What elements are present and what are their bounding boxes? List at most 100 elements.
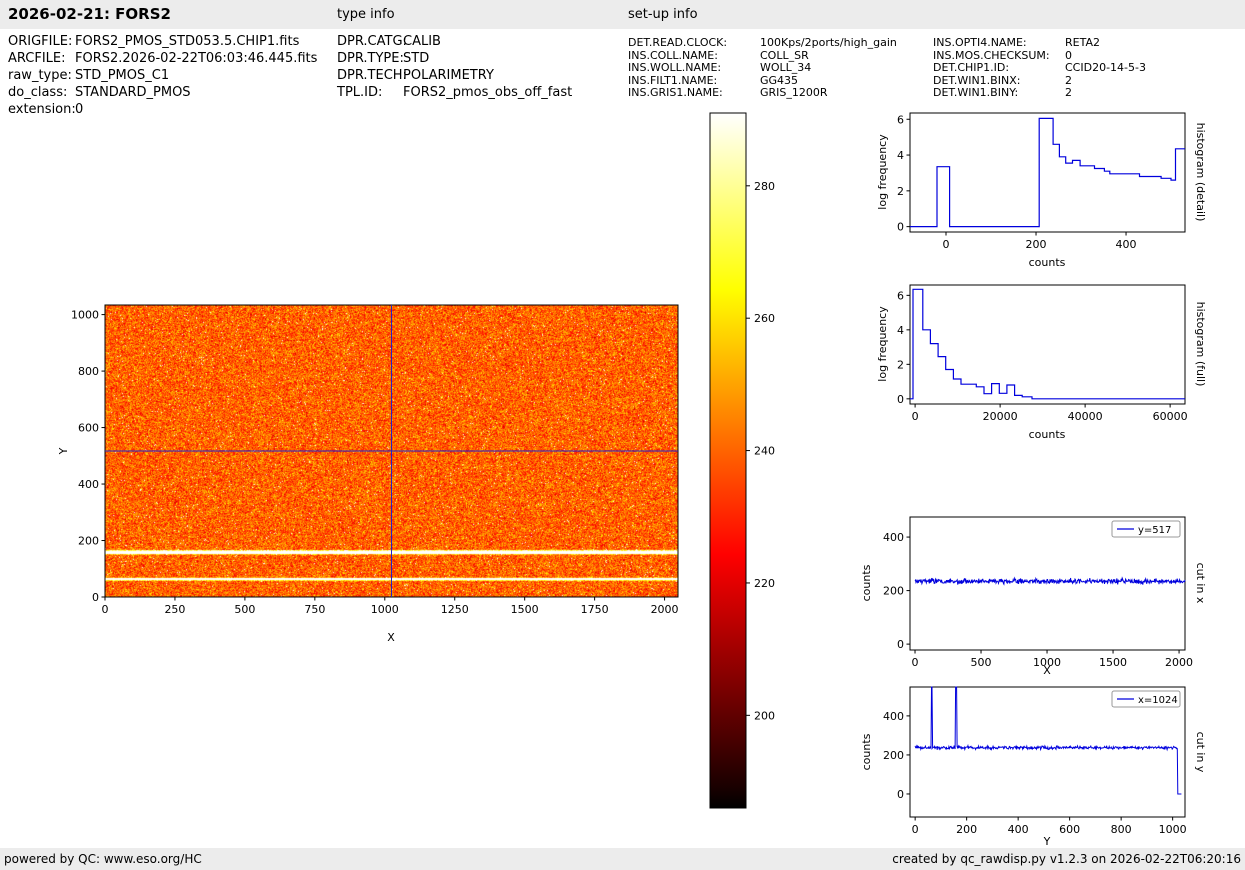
meta-value: 100Kps/2ports/high_gain — [760, 36, 897, 49]
y-tick-label: 0 — [897, 638, 904, 651]
meta-label: DET.WIN1.BINX: — [933, 74, 1065, 87]
legend-box — [1112, 691, 1180, 707]
legend-label: x=1024 — [1138, 695, 1178, 706]
meta-label: raw_type: — [8, 68, 75, 83]
meta-row: TPL.ID: FORS2_pmos_obs_off_fast — [337, 85, 572, 102]
meta-row: ORIGFILE: FORS2_PMOS_STD053.5.CHIP1.fits — [8, 34, 317, 51]
meta-label: DPR.TECH: — [337, 68, 403, 83]
x-tick-label: 600 — [1059, 823, 1080, 836]
y-tick-label: 0 — [897, 221, 904, 234]
y-tick-label: 600 — [78, 422, 99, 435]
y-tick-label: 400 — [883, 531, 904, 544]
axes-frame — [910, 687, 1185, 817]
x-axis-label: counts — [1029, 428, 1066, 441]
meta-row: INS.OPTI4.NAME: RETA2 — [933, 36, 1146, 49]
meta-row: ARCFILE: FORS2.2026-02-22T06:03:46.445.fi… — [8, 51, 317, 68]
file-info-block: ORIGFILE: FORS2_PMOS_STD053.5.CHIP1.fits A… — [8, 34, 317, 119]
axes-frame — [910, 113, 1185, 232]
x-tick-label: 1500 — [511, 603, 539, 616]
meta-value: 2 — [1065, 86, 1072, 99]
section-label-type-info: type info — [337, 7, 395, 22]
meta-label: ORIGFILE: — [8, 34, 75, 49]
x-tick-label: 40000 — [1068, 410, 1103, 423]
meta-value: COLL_SR — [760, 49, 809, 62]
meta-label: DPR.TYPE: — [337, 51, 403, 66]
setup-info-block-a: DET.READ.CLOCK: 100Kps/2ports/high_gain IN… — [628, 36, 897, 99]
x-tick-label: 0 — [912, 656, 919, 669]
x-axis-label: counts — [1029, 256, 1066, 269]
meta-row: raw_type: STD_PMOS_C1 — [8, 68, 317, 85]
axes-frame — [910, 285, 1185, 404]
colorbar-gradient — [710, 113, 746, 808]
meta-label: INS.OPTI4.NAME: — [933, 36, 1065, 49]
x-tick-label: 500 — [234, 603, 255, 616]
right-side-label: histogram (full) — [1194, 302, 1207, 387]
cut-line — [915, 578, 1185, 585]
histogram-line — [910, 118, 1185, 226]
y-tick-label: 200 — [78, 535, 99, 548]
x-tick-label: 20000 — [983, 410, 1018, 423]
meta-value: STANDARD_PMOS — [75, 85, 191, 100]
right-side-label: cut in y — [1194, 732, 1207, 773]
meta-label: extension: — [8, 102, 75, 117]
x-tick-label: 1000 — [1159, 823, 1187, 836]
x-axis-label: Y — [1043, 835, 1051, 848]
meta-label: DPR.CATG: — [337, 34, 403, 49]
x-tick-label: 0 — [912, 823, 919, 836]
x-tick-label: 200 — [956, 823, 977, 836]
cut-line — [915, 687, 1181, 794]
meta-value: 0 — [1065, 49, 1072, 62]
x-tick-label: 0 — [912, 410, 919, 423]
meta-row: extension: 0 — [8, 102, 317, 119]
y-tick-label: 400 — [883, 710, 904, 723]
y-axis-label: Y — [57, 447, 70, 455]
meta-value: CCID20-14-5-3 — [1065, 61, 1146, 74]
page-title: 2026-02-21: FORS2 — [8, 5, 171, 23]
y-tick-label: 4 — [897, 149, 904, 162]
y-tick-label: 6 — [897, 113, 904, 126]
x-tick-label: 0 — [943, 238, 950, 251]
meta-label: ARCFILE: — [8, 51, 75, 66]
meta-label: INS.MOS.CHECKSUM: — [933, 49, 1065, 62]
meta-label: TPL.ID: — [337, 85, 403, 100]
y-tick-label: 1000 — [71, 309, 99, 322]
y-tick-label: 0 — [897, 788, 904, 801]
x-tick-label: 400 — [1116, 238, 1137, 251]
meta-value: FORS2.2026-02-22T06:03:46.445.fits — [75, 51, 317, 66]
meta-label: DET.READ.CLOCK: — [628, 36, 760, 49]
meta-row: INS.WOLL.NAME: WOLL_34 — [628, 61, 897, 74]
y-tick-label: 4 — [897, 324, 904, 337]
meta-label: DET.CHIP1.ID: — [933, 61, 1065, 74]
y-tick-label: 6 — [897, 289, 904, 302]
x-tick-label: 500 — [971, 656, 992, 669]
x-tick-label: 750 — [304, 603, 325, 616]
y-axis-label: log frequency — [876, 134, 889, 210]
footer-bar: powered by QC: www.eso.org/HC created by… — [0, 848, 1245, 870]
colorbar-tick-label: 220 — [754, 577, 775, 590]
meta-value: STD_PMOS_C1 — [75, 68, 169, 83]
x-tick-label: 2000 — [1165, 656, 1193, 669]
meta-value: RETA2 — [1065, 36, 1100, 49]
x-tick-label: 60000 — [1153, 410, 1188, 423]
legend-box — [1112, 521, 1180, 537]
y-axis-label: log frequency — [876, 306, 889, 382]
y-tick-label: 200 — [883, 585, 904, 598]
meta-value: STD — [403, 51, 429, 66]
right-side-label: cut in x — [1194, 563, 1207, 604]
meta-label: INS.GRIS1.NAME: — [628, 86, 760, 99]
meta-label: INS.COLL.NAME: — [628, 49, 760, 62]
y-tick-label: 0 — [897, 393, 904, 406]
ccd-raw-image — [105, 305, 678, 597]
x-tick-label: 800 — [1111, 823, 1132, 836]
x-tick-label: 2000 — [651, 603, 679, 616]
meta-row: DET.WIN1.BINY: 2 — [933, 86, 1146, 99]
meta-row: do_class: STANDARD_PMOS — [8, 85, 317, 102]
meta-row: INS.COLL.NAME: COLL_SR — [628, 49, 897, 62]
x-tick-label: 1750 — [581, 603, 609, 616]
meta-row: DPR.TECH: POLARIMETRY — [337, 68, 572, 85]
meta-value: GRIS_1200R — [760, 86, 828, 99]
y-tick-label: 200 — [883, 749, 904, 762]
axes-frame — [910, 517, 1185, 650]
meta-row: DET.CHIP1.ID: CCID20-14-5-3 — [933, 61, 1146, 74]
meta-value: WOLL_34 — [760, 61, 811, 74]
